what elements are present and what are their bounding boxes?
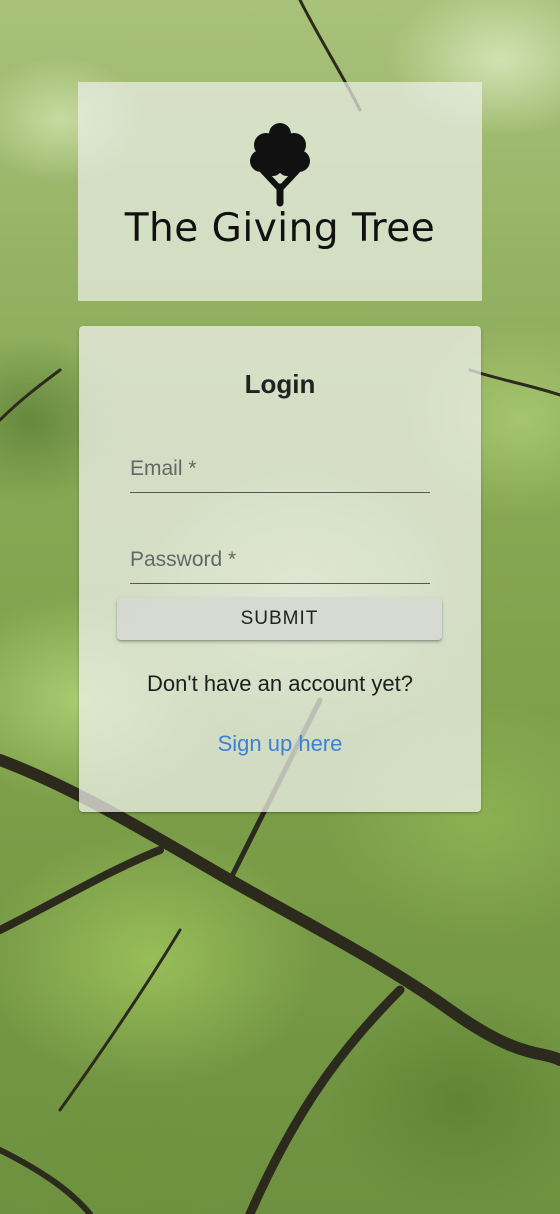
email-input[interactable]	[130, 452, 434, 494]
tree-icon	[250, 123, 310, 207]
password-input[interactable]	[130, 543, 434, 585]
signup-link[interactable]: Sign up here	[0, 729, 560, 759]
app-title: The Giving Tree	[124, 206, 436, 251]
login-heading: Login	[244, 369, 316, 399]
email-field[interactable]: Email *	[130, 452, 434, 494]
signup-prompt: Don't have an account yet?	[147, 671, 413, 696]
password-field[interactable]: Password *	[130, 543, 434, 585]
submit-button[interactable]: SUBMIT	[117, 597, 442, 640]
